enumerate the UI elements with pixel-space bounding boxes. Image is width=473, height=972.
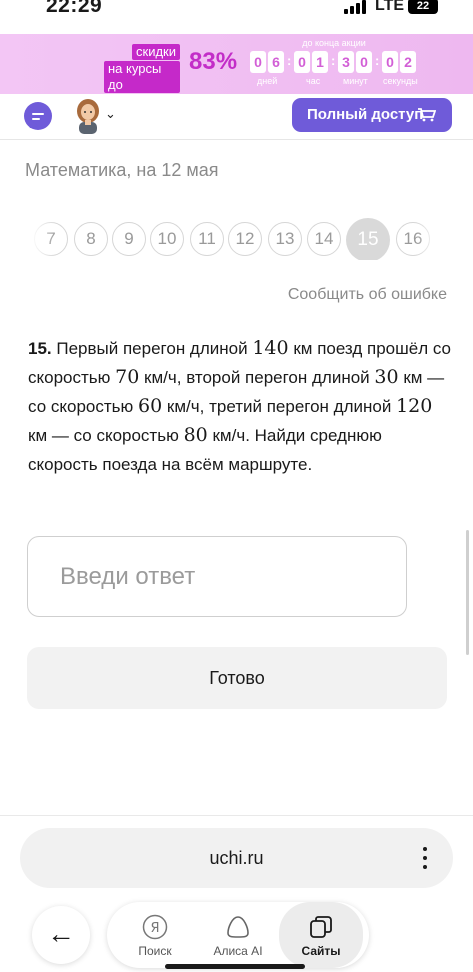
page-item[interactable]: 13 bbox=[268, 222, 302, 256]
promo-banner[interactable]: скидки на курсы до 83% до конца акции 0 … bbox=[0, 34, 473, 94]
timer-label-hours: час bbox=[306, 76, 321, 86]
page-item-active[interactable]: 15 bbox=[346, 218, 390, 260]
url-text: uchi.ru bbox=[209, 848, 264, 868]
timer-digit: 0 bbox=[356, 51, 372, 73]
timer-label-minutes: минут bbox=[343, 76, 368, 86]
nav-sites-label: Сайты bbox=[301, 944, 341, 958]
yandex-icon: Я bbox=[142, 914, 168, 940]
full-access-button[interactable]: Полный доступ bbox=[292, 98, 452, 132]
avatar[interactable] bbox=[73, 98, 103, 134]
nav-alice[interactable]: Алиса AI bbox=[196, 902, 280, 968]
page-item[interactable]: 11 bbox=[190, 222, 224, 256]
page-item[interactable]: 8 bbox=[74, 222, 108, 256]
signal-icon bbox=[344, 0, 368, 14]
page-item[interactable]: 10 bbox=[150, 222, 184, 256]
timer-digit: 1 bbox=[312, 51, 328, 73]
timer-digit: 6 bbox=[268, 51, 284, 73]
status-time: 22:29 bbox=[46, 0, 103, 17]
promo-tags: скидки на курсы до bbox=[104, 44, 180, 94]
problem-text: 15. Первый перегон длиной 140 км поезд п… bbox=[28, 337, 451, 474]
timer-digit: 3 bbox=[338, 51, 354, 73]
nav-search[interactable]: Я Поиск bbox=[113, 902, 197, 968]
browser-nav: Я Поиск Алиса AI Сайты bbox=[107, 902, 369, 968]
chevron-down-icon[interactable]: ⌄ bbox=[105, 106, 116, 122]
promo-until-label: до конца акции bbox=[302, 38, 366, 48]
timer-digit: 0 bbox=[250, 51, 266, 73]
answer-input[interactable] bbox=[27, 536, 407, 617]
promo-tag-line1: скидки bbox=[132, 44, 180, 60]
chat-icon[interactable] bbox=[24, 102, 52, 132]
alice-icon bbox=[227, 916, 249, 938]
promo-percent: 83% bbox=[189, 48, 238, 75]
network-type: LTE bbox=[375, 0, 405, 14]
browser-bar: uchi.ru ← Я Поиск Алиса AI Сайты bbox=[0, 815, 473, 972]
back-button[interactable]: ← bbox=[32, 906, 90, 964]
page-item[interactable]: 14 bbox=[307, 222, 341, 256]
status-bar: 22:29 LTE 22 bbox=[0, 0, 473, 24]
tabs-icon bbox=[310, 916, 332, 938]
header: ⌄ Полный доступ bbox=[0, 94, 473, 140]
timer-digit: 0 bbox=[382, 51, 398, 73]
nav-search-label: Поиск bbox=[138, 944, 172, 958]
subject-title: Математика, на 12 мая bbox=[25, 160, 219, 180]
task-pagination: 7 8 9 10 11 12 13 14 15 16 bbox=[32, 218, 442, 260]
battery-icon: 22 bbox=[408, 0, 438, 14]
timer-label-seconds: секунды bbox=[383, 76, 418, 86]
report-error-link[interactable]: Сообщить об ошибке bbox=[288, 286, 447, 304]
nav-alice-label: Алиса AI bbox=[213, 944, 263, 958]
url-bar[interactable]: uchi.ru bbox=[20, 828, 453, 888]
nav-sites[interactable]: Сайты bbox=[279, 902, 363, 968]
arrow-left-icon: ← bbox=[47, 918, 75, 949]
timer-digit: 0 bbox=[294, 51, 310, 73]
full-access-label: Полный доступ bbox=[307, 106, 424, 123]
countdown-timer: 0 6 : 0 1 : 3 0 : 0 2 bbox=[250, 51, 426, 73]
svg-text:Я: Я bbox=[150, 921, 159, 936]
promo-tag-line2: на курсы до bbox=[104, 61, 180, 93]
more-menu-icon[interactable] bbox=[419, 847, 431, 871]
page-item[interactable]: 12 bbox=[228, 222, 262, 256]
timer-digit: 2 bbox=[400, 51, 416, 73]
done-button[interactable]: Готово bbox=[27, 647, 447, 709]
timer-labels: дней час минут секунды bbox=[250, 76, 426, 88]
home-indicator bbox=[165, 964, 305, 969]
cart-icon bbox=[418, 108, 436, 122]
scrollbar[interactable] bbox=[466, 530, 469, 655]
page-item[interactable]: 9 bbox=[112, 222, 146, 256]
timer-label-days: дней bbox=[257, 76, 278, 86]
problem-number: 15. bbox=[28, 339, 52, 358]
